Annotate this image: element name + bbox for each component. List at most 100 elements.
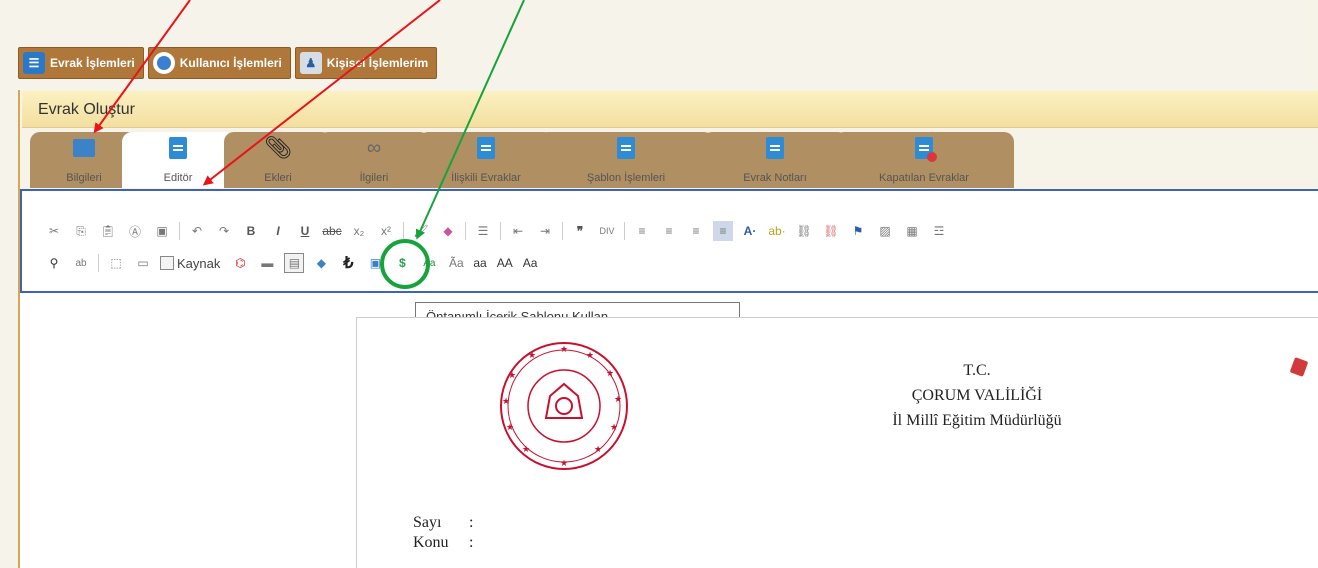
tab-editor[interactable]: Editör (122, 132, 234, 188)
link-icon: ∞ (366, 136, 382, 159)
page-header: Evrak Oluştur (22, 91, 1318, 128)
toolbar-row-2: ⚲ ab ⬚ ▭ Kaynak ⌬ ▬ ▤ ◆ ₺ ▣ $ Aa Ãa aa A (44, 251, 547, 275)
document-fields: Sayı : Konu : (413, 513, 473, 553)
horizontal-line-icon[interactable]: ☲ (929, 221, 949, 241)
source-icon (160, 256, 174, 270)
editor-area: ✂ ⎘ 📋︎ Ⓐ ▣ ↶ ↷ B I U abc x₂ x² 🖌︎ ◆ ☰ ⇤ … (20, 189, 1318, 568)
letterhead-line-3: İl Millî Eğitim Müdürlüğü (892, 412, 1062, 429)
editor-icon (166, 136, 190, 160)
source-button[interactable]: Kaynak (160, 256, 220, 271)
tab-kisisel-islemlerim[interactable]: ♟ Kişisel İşlemlerim (294, 47, 438, 79)
separator (500, 222, 501, 240)
case-toggle-icon[interactable]: Ãa (446, 253, 466, 273)
pdf-icon[interactable]: ⌬ (230, 253, 250, 273)
superscript-icon[interactable]: x² (376, 221, 396, 241)
insert-icon[interactable]: ◆ (311, 253, 331, 273)
justify-icon[interactable]: ≡ (713, 221, 733, 241)
svg-text:★: ★ (522, 444, 530, 454)
image-icon[interactable]: ▨ (875, 221, 895, 241)
info-icon (72, 136, 96, 160)
eraser-icon[interactable]: ◆ (438, 221, 458, 241)
closed-docs-icon (912, 136, 937, 162)
content-template-icon[interactable]: ▤ (284, 253, 305, 273)
anchor-flag-icon[interactable]: ⚑ (848, 221, 868, 241)
bold-icon[interactable]: B (241, 221, 261, 241)
bg-color-icon[interactable]: ab· (767, 221, 787, 241)
tab-ekleri[interactable]: 📎︎ Ekleri (224, 132, 332, 188)
user-icon (152, 52, 175, 74)
align-left-icon[interactable]: ≡ (632, 221, 652, 241)
svg-text:★: ★ (560, 458, 568, 468)
tab-sablon-islemleri[interactable]: Şablon İşlemleri (538, 132, 714, 188)
scanner-icon[interactable]: ▬ (257, 253, 277, 273)
unlink-icon[interactable]: ⛓ (821, 221, 841, 241)
italic-icon[interactable]: I (268, 221, 288, 241)
document-tabs: Bilgileri Editör 📎︎ Ekleri ∞ İlgileri İl… (22, 128, 1318, 188)
uppercase-button[interactable]: AA (497, 256, 513, 270)
subscript-icon[interactable]: x₂ (349, 221, 369, 241)
align-right-icon[interactable]: ≡ (686, 221, 706, 241)
separator (465, 222, 466, 240)
tab-label: İlgileri (359, 172, 389, 184)
outdent-icon[interactable]: ⇤ (508, 221, 528, 241)
toolbar-row-1: ✂ ⎘ 📋︎ Ⓐ ▣ ↶ ↷ B I U abc x₂ x² 🖌︎ ◆ ☰ ⇤ … (44, 219, 956, 243)
redo-icon[interactable]: ↷ (214, 221, 234, 241)
app-window: ☰ Evrak İşlemleri Kullanıcı İşlemleri ♟ … (0, 0, 1318, 568)
titlecase-button[interactable]: Aa (523, 256, 538, 270)
tab-kapatilan-evraklar[interactable]: Kapatılan Evraklar (834, 132, 1014, 188)
svg-text:★: ★ (560, 344, 568, 354)
blockquote-icon[interactable]: ❞ (570, 221, 590, 241)
table-icon[interactable]: ▦ (902, 221, 922, 241)
text-color-icon[interactable]: A· (740, 221, 760, 241)
svg-text:★: ★ (610, 422, 618, 432)
separator (98, 254, 99, 272)
picture-icon[interactable]: ▣ (365, 253, 385, 273)
tab-ilgileri[interactable]: ∞ İlgileri (318, 132, 430, 188)
separator (562, 222, 563, 240)
tab-label: İlişkili Evraklar (451, 172, 521, 184)
strike-icon[interactable]: abc (322, 221, 342, 241)
separator (403, 222, 404, 240)
separator (624, 222, 625, 240)
numbered-list-icon[interactable]: ☰ (473, 221, 493, 241)
colon: : (469, 534, 474, 551)
separator (179, 222, 180, 240)
underline-icon[interactable]: U (295, 221, 315, 241)
tab-kullanici-islemleri[interactable]: Kullanıcı İşlemleri (147, 47, 291, 79)
template-icon (614, 136, 638, 160)
svg-text:★: ★ (606, 368, 614, 378)
select-all-icon[interactable]: ⬚ (106, 253, 126, 273)
colon: : (469, 514, 474, 531)
tab-iliskili-evraklar[interactable]: İlişkili Evraklar (418, 132, 554, 188)
paste-word-icon[interactable]: ▣ (152, 221, 172, 241)
format-icon[interactable]: Aa (419, 253, 439, 273)
copy-icon[interactable]: ⎘ (71, 221, 91, 241)
tab-evrak-notlari[interactable]: Evrak Notları (702, 132, 848, 188)
lowercase-button[interactable]: aa (473, 256, 486, 270)
tab-label: Kişisel İşlemlerim (326, 56, 429, 70)
tab-evrak-islemleri[interactable]: ☰ Evrak İşlemleri (18, 47, 144, 79)
tab-label: Ekleri (264, 172, 292, 184)
div-icon[interactable]: DIV (597, 221, 617, 241)
maximize-icon[interactable]: ▭ (133, 253, 153, 273)
currency-icon[interactable]: $ (392, 253, 412, 273)
find-icon[interactable]: ⚲ (44, 253, 64, 273)
replace-icon[interactable]: ab (71, 253, 91, 273)
align-center-icon[interactable]: ≡ (659, 221, 679, 241)
left-panel (0, 90, 20, 568)
indent-icon[interactable]: ⇥ (535, 221, 555, 241)
link-icon[interactable]: ⛓ (794, 221, 814, 241)
format-brush-icon[interactable]: 🖌︎ (411, 221, 431, 241)
paste-text-icon[interactable]: Ⓐ (125, 221, 145, 241)
tab-label: Evrak İşlemleri (50, 56, 135, 70)
document-page[interactable]: ★ ★ ★ ★ ★ ★ ★ ★ ★ ★ ★ ★ T.C. ÇORUM VALİLİĞİ İl M… (356, 317, 1318, 568)
cut-icon[interactable]: ✂ (44, 221, 64, 241)
paste-icon[interactable]: 📋︎ (98, 221, 118, 241)
notes-icon (763, 136, 787, 160)
main-tabs: ☰ Evrak İşlemleri Kullanıcı İşlemleri ♟ … (18, 47, 438, 79)
lira-icon[interactable]: ₺ (338, 253, 358, 273)
letterhead-line-2: ÇORUM VALİLİĞİ (911, 387, 1043, 404)
source-label: Kaynak (177, 255, 221, 271)
undo-icon[interactable]: ↶ (187, 221, 207, 241)
svg-text:★: ★ (502, 396, 510, 406)
